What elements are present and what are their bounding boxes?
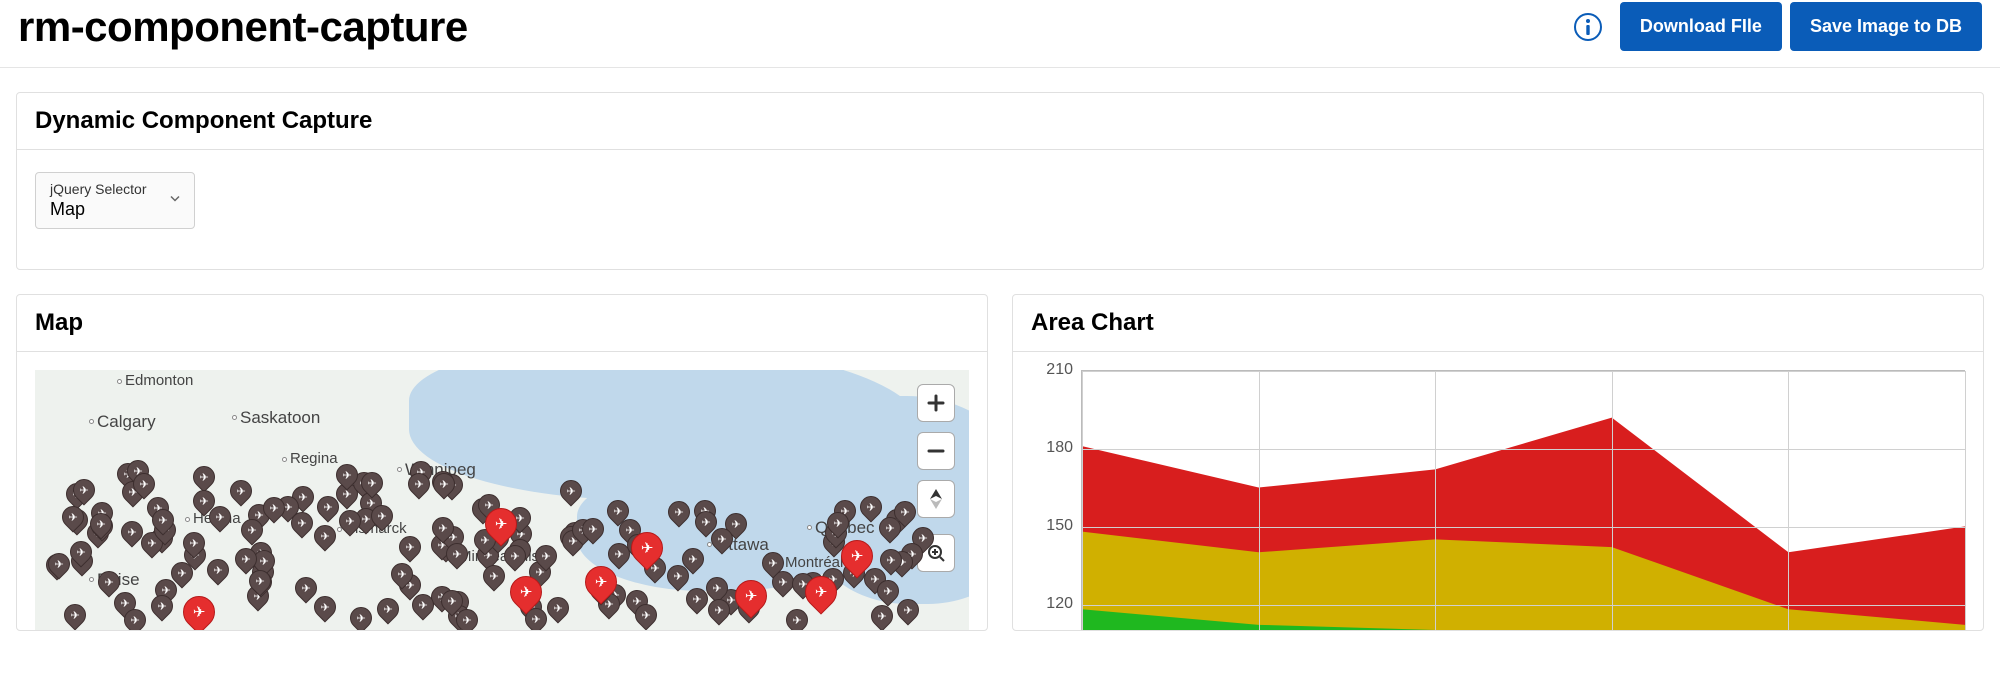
two-column-row: Map — [16, 294, 1984, 631]
button-group: Download FIle Save Image to DB — [1620, 2, 1982, 51]
page-header: rm-component-capture Download FIle Save … — [0, 0, 2000, 68]
map-city-label: Calgary — [97, 412, 156, 432]
select-value: Map — [50, 199, 154, 220]
area-chart-body: 210 180 150 120 — [1013, 352, 1983, 630]
map-card-body: EdmontonCalgarySaskatoonReginaWinnipegHe… — [17, 352, 987, 630]
select-label: jQuery Selector — [50, 181, 154, 197]
gridline-vertical — [1612, 371, 1613, 630]
y-axis: 210180150120 — [1031, 370, 1081, 630]
gridline-horizontal — [1082, 449, 1965, 450]
compass-button[interactable] — [917, 480, 955, 518]
chart-plot-area — [1081, 370, 1965, 630]
map-city-dot — [282, 457, 287, 462]
chevron-down-icon — [168, 191, 182, 210]
capture-region-body: jQuery Selector Map — [17, 150, 1983, 269]
map-city-dot — [397, 467, 402, 472]
gridline-vertical — [1435, 371, 1436, 630]
gridline-horizontal — [1082, 605, 1965, 606]
map-city-dot — [117, 379, 122, 384]
map-card-title: Map — [17, 295, 987, 352]
save-image-to-db-button[interactable]: Save Image to DB — [1790, 2, 1982, 51]
map-pin[interactable]: ✈ — [373, 594, 404, 625]
gridline-vertical — [1259, 371, 1260, 630]
y-axis-tick: 150 — [1046, 517, 1073, 535]
map-airport-pin[interactable]: ✈ — [176, 589, 221, 630]
area-chart: 210180150120 — [1031, 370, 1965, 630]
header-actions: Download FIle Save Image to DB — [1574, 2, 1982, 51]
map-city-dot — [89, 577, 94, 582]
jquery-selector-select[interactable]: jQuery Selector Map — [35, 172, 195, 229]
map-viewport[interactable]: EdmontonCalgarySaskatoonReginaWinnipegHe… — [35, 370, 969, 630]
map-card: Map — [16, 294, 988, 631]
map-city-dot — [807, 525, 812, 530]
page-title: rm-component-capture — [18, 3, 468, 51]
area-chart-svg — [1082, 371, 1965, 630]
map-city-label: Edmonton — [125, 372, 193, 389]
map-pin[interactable]: ✈ — [202, 554, 233, 585]
map-pin[interactable]: ✈ — [781, 605, 812, 630]
y-axis-tick: 180 — [1046, 439, 1073, 457]
download-file-button[interactable]: Download FIle — [1620, 2, 1782, 51]
capture-region: Dynamic Component Capture jQuery Selecto… — [16, 92, 1984, 270]
map-pin[interactable]: ✈ — [59, 599, 90, 630]
gridline-horizontal — [1082, 527, 1965, 528]
map-city-label: Saskatoon — [240, 408, 320, 428]
map-city-dot — [185, 517, 190, 522]
map-city-label: Regina — [290, 450, 338, 467]
y-axis-tick: 120 — [1046, 595, 1073, 613]
y-axis-tick: 210 — [1046, 361, 1073, 379]
area-chart-card: Area Chart 210 180 150 120 — [1012, 294, 1984, 631]
gridline-horizontal — [1082, 371, 1965, 372]
map-pin[interactable]: ✈ — [226, 476, 257, 507]
info-icon[interactable] — [1574, 13, 1602, 41]
map-pin[interactable]: ✈ — [867, 601, 898, 630]
area-chart-title: Area Chart — [1013, 295, 1983, 352]
capture-region-title: Dynamic Component Capture — [17, 93, 1983, 150]
gridline-vertical — [1082, 371, 1083, 630]
map-pin[interactable]: ✈ — [309, 520, 340, 551]
zoom-out-button[interactable] — [917, 432, 955, 470]
map-city-dot — [89, 419, 94, 424]
map-pin[interactable]: ✈ — [309, 592, 340, 623]
map-pin[interactable]: ✈ — [346, 602, 377, 630]
gridline-vertical — [1788, 371, 1789, 630]
map-city-dot — [232, 415, 237, 420]
gridline-vertical — [1965, 371, 1966, 630]
zoom-in-button[interactable] — [917, 384, 955, 422]
map-pin[interactable]: ✈ — [189, 461, 220, 492]
